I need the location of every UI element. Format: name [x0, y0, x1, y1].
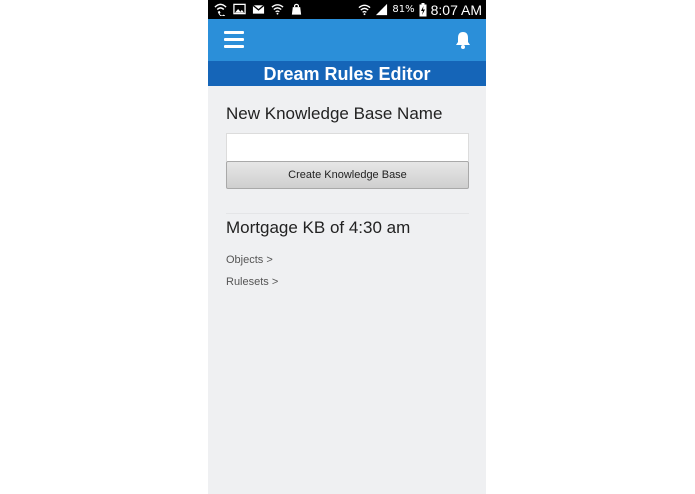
kb-name-input[interactable]	[226, 133, 469, 161]
page-title: Dream Rules Editor	[208, 61, 486, 86]
image-icon	[233, 3, 246, 15]
objects-link[interactable]: Objects >	[226, 254, 469, 267]
rulesets-link[interactable]: Rulesets >	[226, 276, 469, 289]
create-kb-button[interactable]: Create Knowledge Base	[226, 161, 469, 189]
main-content: New Knowledge Base Name Create Knowledge…	[226, 86, 469, 289]
gmail-icon	[252, 4, 265, 14]
new-kb-name-label: New Knowledge Base Name	[226, 104, 443, 123]
wifi-signal-icon	[358, 4, 371, 16]
bell-icon[interactable]	[454, 30, 472, 50]
clock: 8:07 AM	[430, 1, 482, 18]
kb-title: Mortgage KB of 4:30 am	[226, 218, 411, 237]
shopping-bag-icon	[291, 3, 302, 15]
wifi-icon	[271, 4, 284, 15]
wifi-call-icon	[214, 3, 227, 16]
battery-percent: 81%	[392, 4, 415, 15]
notification-icons	[214, 2, 303, 16]
status-bar: 81% 8:07 AM	[208, 0, 486, 19]
hamburger-menu-icon[interactable]	[224, 31, 244, 49]
section-divider	[226, 213, 469, 214]
system-status: 81% 8:07 AM	[358, 0, 482, 19]
phone-screen: 81% 8:07 AM Dream Rules Editor New Knowl…	[208, 0, 486, 494]
battery-charging-icon	[419, 2, 427, 16]
app-bar	[208, 19, 486, 61]
cell-signal-icon	[376, 3, 388, 16]
